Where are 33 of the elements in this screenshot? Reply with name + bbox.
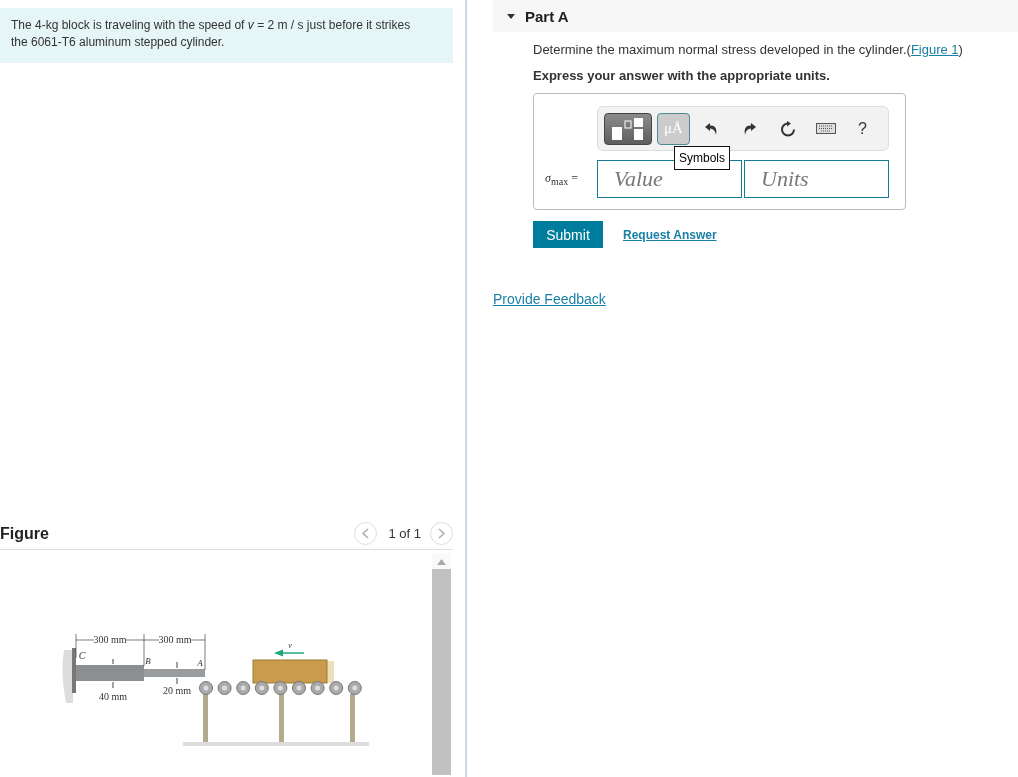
caret-icon xyxy=(507,13,515,19)
question-text: Determine the maximum normal stress developed in the cylinder.(Figure 1) xyxy=(533,42,964,58)
diagram-label: 20 mm xyxy=(162,685,192,696)
reset-icon[interactable] xyxy=(780,120,796,137)
redo-icon[interactable] xyxy=(742,121,757,136)
templates-icon xyxy=(611,116,645,141)
help-button[interactable]: ? xyxy=(858,119,867,138)
wall-drawing xyxy=(62,648,76,703)
keyboard-icon[interactable] xyxy=(816,123,836,134)
provide-feedback-link[interactable]: Provide Feedback xyxy=(493,291,606,307)
units-field[interactable]: Units xyxy=(744,160,889,198)
diagram-label: 40 mm xyxy=(98,691,128,702)
undo-icon[interactable] xyxy=(704,121,719,136)
diagram-label: v xyxy=(288,641,292,650)
problem-statement: The 4-kg block is traveling with the speed of v = 2 m / s just before it strikes the 6061-T6 aluminum stepped cylinder. xyxy=(11,17,412,51)
scrollbar[interactable] xyxy=(432,553,451,775)
chevron-left-icon xyxy=(362,528,370,539)
request-answer-link[interactable]: Request Answer xyxy=(623,227,717,242)
instruction-text: Express your answer with the appropriate units. xyxy=(533,68,831,83)
diagram-label: B xyxy=(145,656,151,666)
chevron-right-icon xyxy=(438,528,445,539)
templates-button[interactable] xyxy=(604,112,652,145)
diagram-label: 300 mm xyxy=(158,634,192,645)
velocity-arrow xyxy=(274,649,305,657)
diagram-label: A xyxy=(197,658,203,668)
page-counter: 1 of 1 xyxy=(388,526,421,541)
diagram-label: 300 mm xyxy=(93,634,127,645)
figure-link[interactable]: Figure 1 xyxy=(910,42,959,57)
figure-title: Figure xyxy=(0,524,50,543)
submit-button[interactable]: Submit xyxy=(533,221,603,248)
part-header[interactable]: Part A xyxy=(493,0,1018,32)
diagram-label: C xyxy=(78,650,86,661)
variable-label: σ$_{max}$ = xyxy=(545,170,579,188)
